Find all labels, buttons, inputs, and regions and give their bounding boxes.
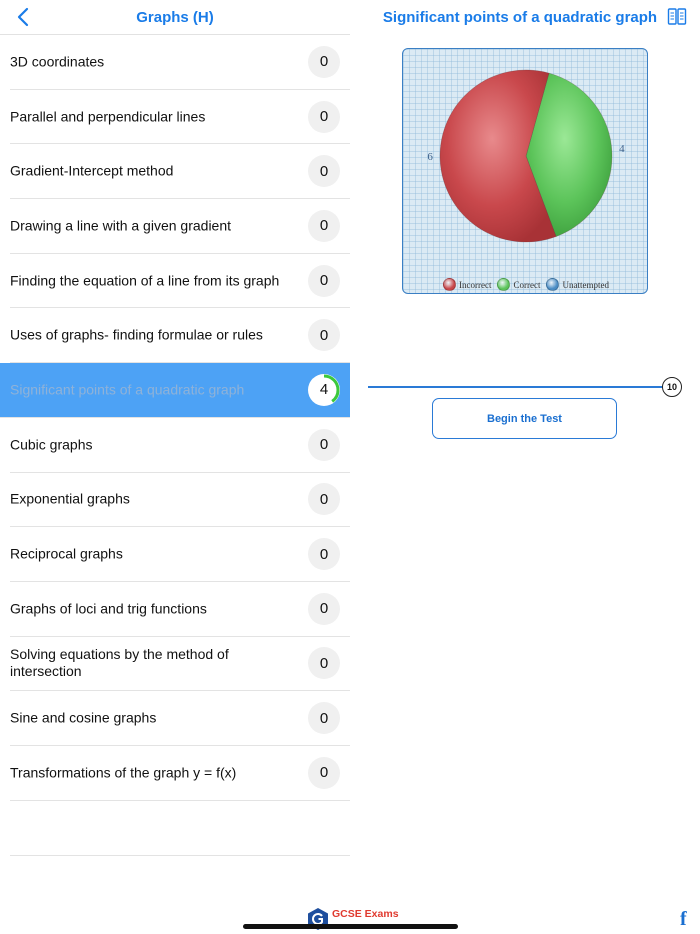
score-value: 0 bbox=[319, 162, 329, 180]
chart-legend: Incorrect Correct Unattempted bbox=[403, 278, 647, 291]
score-badge: 0 bbox=[308, 702, 340, 735]
question-count-slider-thumb[interactable]: 10 bbox=[662, 377, 682, 397]
topic-label: Drawing a line with a given gradient bbox=[10, 217, 232, 234]
legend-label: Unattempted bbox=[562, 279, 609, 290]
topic-label: Reciprocal graphs bbox=[10, 545, 123, 562]
topic-row[interactable]: Solving equations by the method of inter… bbox=[10, 637, 350, 692]
topic-row[interactable]: Significant points of a quadratic graph 4 bbox=[0, 363, 350, 418]
topic-row[interactable]: Parallel and perpendicular lines 0 bbox=[10, 90, 350, 145]
score-badge: 0 bbox=[308, 428, 340, 461]
topic-row[interactable]: Sine and cosine graphs 0 bbox=[10, 691, 350, 746]
score-value: 4 bbox=[319, 381, 329, 399]
score-badge: 0 bbox=[308, 592, 340, 625]
pie-data-label: 6 bbox=[427, 151, 433, 163]
topic-label: Solving equations by the method of inter… bbox=[10, 646, 229, 680]
score-badge: 0 bbox=[308, 100, 340, 133]
score-badge: 0 bbox=[308, 483, 340, 516]
score-value: 0 bbox=[319, 600, 329, 618]
topic-label: Uses of graphs- finding formulae or rule… bbox=[10, 326, 263, 343]
question-count-slider-track[interactable] bbox=[368, 386, 663, 388]
topic-label: Significant points of a quadratic graph bbox=[10, 381, 245, 398]
topic-label: 3D coordinates bbox=[10, 53, 105, 70]
legend-swatch bbox=[497, 278, 511, 291]
score-badge: 4 bbox=[308, 373, 340, 406]
empty-list-row bbox=[10, 801, 350, 856]
topic-label: Graphs of loci and trig functions bbox=[10, 600, 207, 617]
topic-row[interactable]: Exponential graphs 0 bbox=[10, 473, 350, 528]
score-badge: 0 bbox=[308, 45, 340, 78]
score-value: 0 bbox=[319, 436, 329, 454]
topic-label: Cubic graphs bbox=[10, 436, 93, 453]
topic-row[interactable]: 3D coordinates 0 bbox=[10, 35, 350, 90]
legend-item: Correct bbox=[497, 278, 540, 291]
score-value: 0 bbox=[319, 272, 329, 290]
top-bar: Graphs (H) Significant points of a quadr… bbox=[0, 0, 700, 34]
legend-item: Unattempted bbox=[546, 278, 609, 291]
legend-item: Incorrect bbox=[443, 278, 491, 291]
topic-label: Finding the equation of a line from its … bbox=[10, 272, 280, 289]
score-value: 0 bbox=[319, 217, 329, 235]
topic-row[interactable]: Drawing a line with a given gradient 0 bbox=[10, 199, 350, 254]
score-value: 0 bbox=[319, 108, 329, 126]
score-badge: 0 bbox=[308, 538, 340, 571]
legend-swatch bbox=[546, 278, 560, 291]
topic-row[interactable]: Finding the equation of a line from its … bbox=[10, 254, 350, 309]
topic-row[interactable]: Graphs of loci and trig functions 0 bbox=[10, 582, 350, 637]
topic-list: 3D coordinates 0 Parallel and perpendicula… bbox=[0, 35, 350, 856]
score-value: 0 bbox=[319, 654, 329, 672]
score-badge: 0 bbox=[308, 155, 340, 188]
score-badge: 0 bbox=[308, 264, 340, 297]
score-value: 0 bbox=[319, 490, 329, 508]
begin-test-button[interactable]: Begin the Test bbox=[432, 398, 617, 439]
score-value: 0 bbox=[319, 709, 329, 727]
results-pie-chart: 46 Incorrect Correct Unattempted bbox=[402, 48, 648, 294]
topic-label: Exponential graphs bbox=[10, 490, 130, 507]
topic-label: Gradient-Intercept method bbox=[10, 162, 174, 179]
home-indicator bbox=[243, 924, 458, 929]
legend-label: Correct bbox=[513, 279, 541, 290]
score-badge: 0 bbox=[308, 209, 340, 242]
score-value: 0 bbox=[319, 53, 329, 71]
pie-data-label: 4 bbox=[619, 143, 625, 155]
topic-row[interactable]: Reciprocal graphs 0 bbox=[10, 527, 350, 582]
topic-label: Sine and cosine graphs bbox=[10, 709, 157, 726]
book-icon[interactable] bbox=[667, 7, 687, 27]
legend-swatch bbox=[443, 278, 456, 291]
topic-row[interactable]: Gradient-Intercept method 0 bbox=[10, 144, 350, 200]
pie-chart-svg: 46 bbox=[427, 69, 625, 243]
score-value: 0 bbox=[319, 326, 329, 344]
topic-title: Significant points of a quadratic graph bbox=[382, 9, 658, 26]
score-value: 0 bbox=[319, 545, 329, 563]
score-value: 0 bbox=[319, 764, 329, 782]
topic-row[interactable]: Transformations of the graph y = f(x) 0 bbox=[10, 746, 350, 801]
topic-row[interactable]: Uses of graphs- finding formulae or rule… bbox=[10, 308, 350, 364]
topic-label: Transformations of the graph y = f(x) bbox=[10, 764, 237, 781]
topic-row[interactable]: Cubic graphs 0 bbox=[10, 418, 350, 473]
topic-label: Parallel and perpendicular lines bbox=[10, 108, 206, 125]
section-title: Graphs (H) bbox=[136, 9, 214, 26]
logo-text: GCSE Exams bbox=[332, 908, 399, 920]
score-badge: 0 bbox=[308, 647, 340, 680]
score-badge: 0 bbox=[308, 756, 340, 789]
score-badge: 0 bbox=[308, 319, 340, 352]
facebook-icon[interactable]: f bbox=[680, 908, 687, 931]
legend-label: Incorrect bbox=[459, 279, 492, 290]
